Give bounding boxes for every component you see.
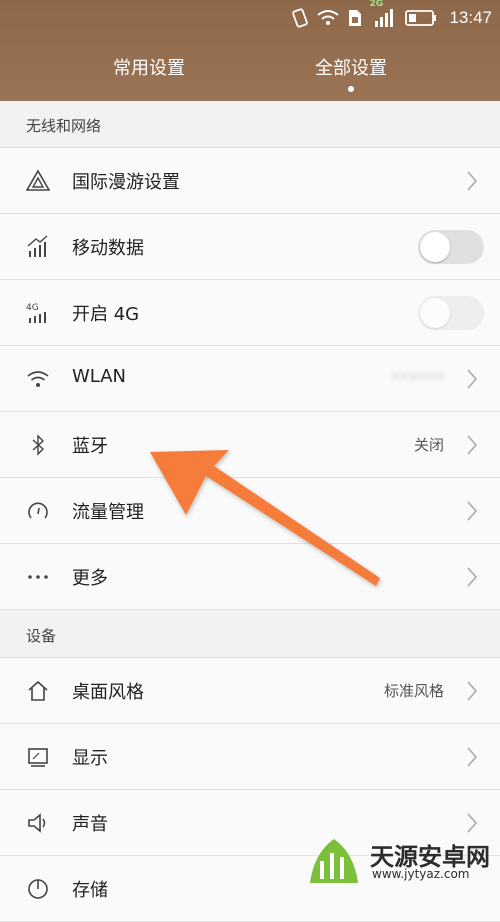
speaker-icon — [28, 813, 46, 833]
chevron-right-icon — [467, 501, 478, 521]
row-label: 蓝牙 — [72, 436, 108, 457]
chevron-right-icon — [467, 435, 478, 455]
row-bluetooth[interactable]: 蓝牙 关闭 — [0, 412, 500, 478]
display-icon — [28, 748, 48, 767]
chevron-right-icon — [467, 369, 478, 389]
section-header-device: 设备 — [0, 611, 500, 658]
vibrate-icon — [292, 8, 309, 28]
mobile-data-icon — [27, 235, 48, 257]
tab-label: 常用设置 — [113, 58, 185, 79]
row-mobile-data[interactable]: 移动数据 — [0, 214, 500, 280]
bluetooth-status: 关闭 — [413, 436, 444, 454]
chevron-right-icon — [467, 567, 478, 587]
tab-all-settings[interactable]: 全部设置 — [271, 54, 431, 92]
row-home-screen-style[interactable]: 桌面风格 标准风格 — [0, 658, 500, 724]
svg-text:4G: 4G — [26, 303, 39, 313]
chevron-right-icon — [467, 813, 478, 833]
home-style-value: 标准风格 — [383, 682, 444, 700]
row-more[interactable]: 更多 — [0, 544, 500, 610]
row-label: 开启 4G — [72, 304, 140, 325]
header: 2G 13:47 常用设置 全部设置 — [0, 0, 500, 101]
chevron-right-icon — [467, 747, 478, 767]
row-label: 桌面风格 — [72, 682, 144, 703]
section-title: 无线和网络 — [26, 117, 102, 135]
row-label: 声音 — [72, 814, 108, 835]
tab-label: 全部设置 — [315, 58, 387, 79]
watermark-url: www.jytyaz.com — [372, 867, 470, 881]
row-label: 显示 — [72, 748, 108, 769]
wifi-icon — [27, 371, 49, 387]
mobile-data-toggle[interactable] — [418, 230, 484, 264]
row-label: 更多 — [72, 568, 108, 589]
row-enable-4g[interactable]: 4G 开启 4G — [0, 280, 500, 346]
active-tab-indicator — [348, 86, 354, 92]
chevron-right-icon — [467, 171, 478, 191]
row-label: WLAN — [72, 366, 127, 387]
more-dots-icon — [28, 575, 48, 579]
storage-icon — [28, 879, 48, 899]
network-badge: 2G — [369, 0, 384, 9]
battery-icon — [405, 10, 437, 26]
signal-icon: 2G — [369, 0, 397, 29]
watermark: 天源安卓网 www.jytyaz.com — [300, 833, 500, 889]
status-bar: 2G 13:47 — [291, 0, 492, 30]
home-icon — [28, 680, 48, 701]
toggle-knob — [420, 298, 450, 328]
row-wlan[interactable]: WLAN •••••• — [0, 346, 500, 412]
chevron-right-icon — [467, 681, 478, 701]
section-title: 设备 — [26, 627, 57, 645]
wifi-status-icon — [317, 10, 340, 25]
row-display[interactable]: 显示 — [0, 724, 500, 790]
4g-toggle[interactable] — [418, 296, 484, 330]
row-label: 移动数据 — [72, 238, 144, 259]
row-international-roaming[interactable]: 国际漫游设置 — [0, 148, 500, 214]
row-data-usage[interactable]: 流量管理 — [0, 478, 500, 544]
bluetooth-icon — [32, 434, 45, 456]
data-usage-icon — [28, 502, 48, 519]
toggle-knob — [420, 232, 450, 262]
4g-signal-icon: 4G — [26, 303, 46, 323]
section-header-wireless: 无线和网络 — [0, 101, 500, 148]
clock: 13:47 — [449, 8, 492, 27]
tab-bar: 常用设置 全部设置 — [0, 54, 500, 94]
tab-common-settings[interactable]: 常用设置 — [69, 54, 229, 80]
row-label: 国际漫游设置 — [72, 172, 180, 193]
wlan-network-name: •••••• — [390, 368, 444, 386]
row-label: 存储 — [72, 880, 108, 901]
watermark-logo — [310, 839, 358, 883]
row-label: 流量管理 — [72, 502, 144, 523]
sim-icon — [349, 10, 362, 26]
roaming-triangle-icon — [26, 169, 50, 191]
